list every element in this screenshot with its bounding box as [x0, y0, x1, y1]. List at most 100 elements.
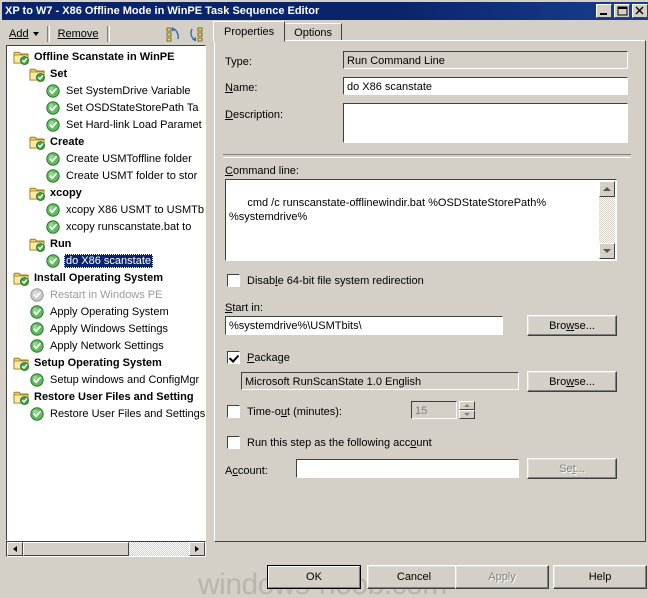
cancel-button[interactable]: Cancel — [367, 565, 461, 589]
tree-item-label: Apply Network Settings — [50, 339, 164, 352]
task-sequence-editor-window: XP to W7 - X86 Offline Mode in WinPE Tas… — [0, 0, 648, 598]
command-line-label: Command line: — [225, 165, 299, 177]
tree-step-item[interactable]: Restart in Windows PE — [7, 286, 205, 303]
help-button[interactable]: Help — [553, 565, 647, 589]
tree-step-item[interactable]: Set OSDStateStorePath Ta — [7, 99, 205, 116]
folder-icon — [29, 66, 45, 82]
maximize-button[interactable] — [614, 4, 630, 18]
command-line-input[interactable]: cmd /c runscanstate-offlinewindir.bat %O… — [225, 179, 617, 261]
step-icon — [45, 253, 61, 269]
tree-group-item[interactable]: Create — [7, 133, 205, 150]
tree-item-label: Restore User Files and Setting — [34, 390, 194, 403]
tree-step-item[interactable]: Create USMToffline folder — [7, 150, 205, 167]
command-line-vertical-scrollbar[interactable] — [599, 181, 615, 259]
tab-options-label: Options — [294, 27, 333, 39]
tab-properties[interactable]: Properties — [213, 21, 286, 42]
tab-strip: Properties Options — [213, 21, 646, 42]
step-icon — [29, 372, 45, 388]
tree-group-item[interactable]: Offline Scanstate in WinPE — [7, 48, 205, 65]
tree-step-item[interactable]: do X86 scanstate — [7, 252, 205, 269]
tree-step-item[interactable]: Apply Windows Settings — [7, 320, 205, 337]
tree-step-item[interactable]: xcopy runscanstate.bat to — [7, 218, 205, 235]
start-in-browse-label: Browse... — [549, 319, 595, 332]
tree-item-label: Set SystemDrive Variable — [66, 84, 191, 97]
tree-step-item[interactable]: Set Hard-link Load Paramet — [7, 116, 205, 133]
tree-item-label: Setup windows and ConfigMgr — [50, 373, 200, 386]
start-in-input[interactable]: %systemdrive%\USMTbits\ — [225, 316, 503, 335]
folder-icon — [13, 270, 29, 286]
tree-group-item[interactable]: xcopy — [7, 184, 205, 201]
move-down-icon[interactable] — [185, 24, 207, 44]
tree-step-item[interactable]: Apply Network Settings — [7, 337, 205, 354]
disable-redirection-checkbox[interactable] — [227, 274, 240, 287]
name-input[interactable]: do X86 scanstate — [343, 77, 628, 95]
tree-item-label: xcopy runscanstate.bat to — [66, 220, 192, 233]
scroll-down-button[interactable] — [599, 243, 615, 259]
tree-item-label: Offline Scanstate in WinPE — [34, 50, 175, 63]
timeout-stepper[interactable] — [459, 401, 475, 419]
vertical-scroll-track[interactable] — [599, 197, 615, 243]
ok-button[interactable]: OK — [267, 565, 361, 589]
tree-group-item[interactable]: Setup Operating System — [7, 354, 205, 371]
tree-item-label: Install Operating System — [34, 271, 163, 284]
account-set-label: Set... — [559, 462, 585, 475]
folder-icon — [29, 134, 45, 150]
folder-icon — [29, 236, 45, 252]
tree-step-item[interactable]: Create USMT folder to stor — [7, 167, 205, 184]
package-checkbox[interactable] — [227, 351, 240, 364]
remove-button[interactable]: Remove — [53, 24, 104, 44]
start-in-label: Start in: — [225, 302, 263, 314]
folder-icon — [13, 49, 29, 65]
tree-step-item[interactable]: Apply Operating System — [7, 303, 205, 320]
title-bar[interactable]: XP to W7 - X86 Offline Mode in WinPE Tas… — [2, 2, 648, 20]
tree-group-item[interactable]: Set — [7, 65, 205, 82]
apply-button[interactable]: Apply — [455, 565, 549, 589]
package-browse-button[interactable]: Browse... — [527, 371, 617, 392]
tree-step-item[interactable]: xcopy X86 USMT to USMTb — [7, 201, 205, 218]
tree-item-label: xcopy — [50, 186, 82, 199]
tree-items-container: Offline Scanstate in WinPE Set Set Syste… — [7, 46, 205, 422]
tree-step-item[interactable]: Set SystemDrive Variable — [7, 82, 205, 99]
horizontal-scroll-track[interactable] — [23, 542, 189, 556]
step-icon — [45, 100, 61, 116]
tree-group-item[interactable]: Run — [7, 235, 205, 252]
chevron-down-icon[interactable] — [32, 32, 39, 36]
package-label: Package — [247, 352, 290, 364]
scroll-up-button[interactable] — [599, 181, 615, 197]
step-icon — [45, 151, 61, 167]
account-set-button[interactable]: Set... — [527, 458, 617, 479]
tree-item-label: Restore User Files and Settings — [50, 407, 205, 420]
remove-button-label: Remove — [57, 28, 99, 40]
tree-step-item[interactable]: Setup windows and ConfigMgr — [7, 371, 205, 388]
close-button[interactable] — [632, 4, 648, 18]
tree-group-item[interactable]: Restore User Files and Setting — [7, 388, 205, 405]
tree-step-item[interactable]: Restore User Files and Settings — [7, 405, 205, 422]
tree-horizontal-scrollbar[interactable] — [6, 541, 206, 557]
add-button[interactable]: Add — [4, 24, 44, 44]
tree-group-item[interactable]: Install Operating System — [7, 269, 205, 286]
step-disabled-icon — [29, 287, 45, 303]
tree-item-label: do X86 scanstate — [64, 253, 154, 268]
step-icon — [29, 338, 45, 354]
task-sequence-tree[interactable]: Offline Scanstate in WinPE Set Set Syste… — [6, 45, 206, 541]
timeout-stepper-down[interactable] — [459, 410, 475, 419]
run-as-checkbox[interactable] — [227, 436, 240, 449]
start-in-browse-button[interactable]: Browse... — [527, 315, 617, 336]
timeout-checkbox[interactable] — [227, 405, 240, 418]
properties-panel: Type: Run Command Line Name: do X86 scan… — [214, 40, 646, 542]
disable-redirection-label: Disable 64-bit file system redirection — [247, 275, 424, 287]
folder-icon — [13, 389, 29, 405]
scroll-left-button[interactable] — [7, 542, 23, 556]
horizontal-scroll-thumb[interactable] — [23, 542, 130, 556]
move-up-icon[interactable] — [163, 24, 185, 44]
timeout-stepper-up[interactable] — [459, 401, 475, 410]
minimize-button[interactable] — [596, 4, 612, 18]
add-button-label: Add — [9, 28, 29, 40]
name-label: Name: — [225, 82, 258, 94]
tree-item-label: Create USMToffline folder — [66, 152, 192, 165]
account-input[interactable] — [296, 459, 519, 478]
description-input[interactable] — [343, 103, 628, 143]
apply-button-label: Apply — [488, 571, 516, 583]
scroll-right-button[interactable] — [189, 542, 205, 556]
step-icon — [45, 219, 61, 235]
